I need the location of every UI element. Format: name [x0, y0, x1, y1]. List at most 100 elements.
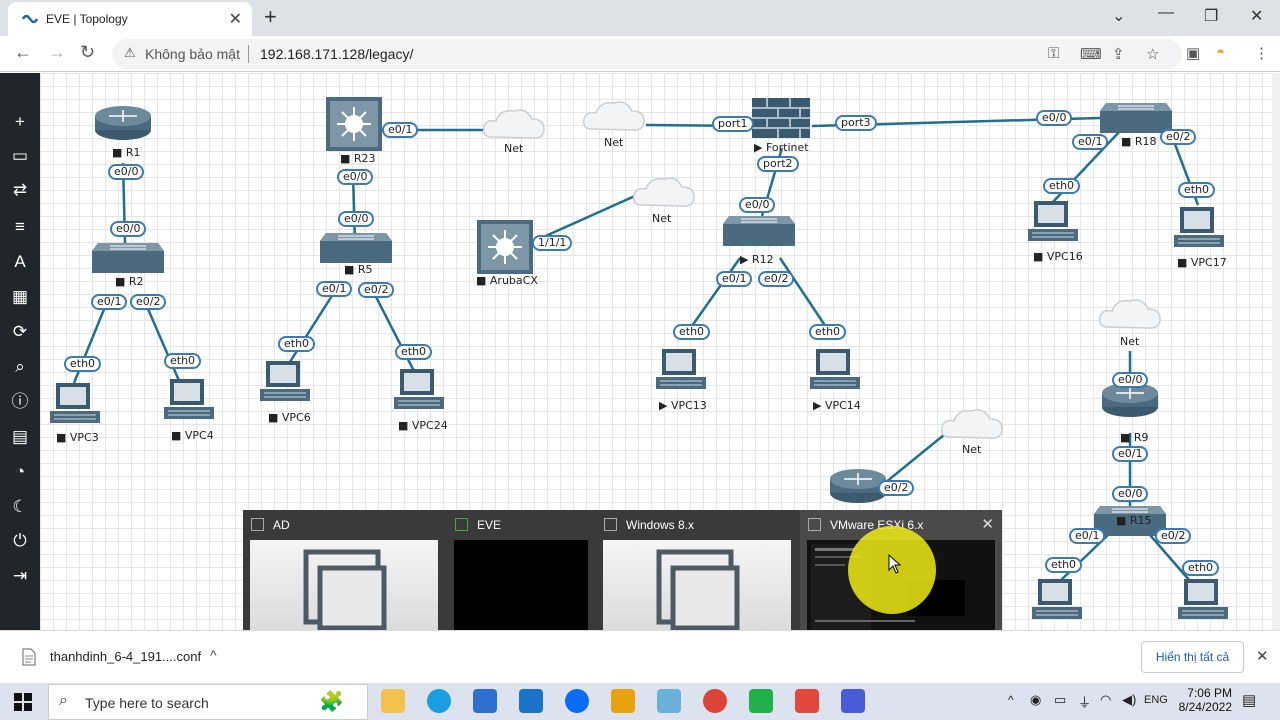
port-label[interactable]: e0/1 — [716, 271, 753, 287]
port-label[interactable]: port1 — [712, 116, 754, 132]
key-icon[interactable]: ⚿ — [1048, 45, 1059, 62]
node-r12[interactable]: ▶ R12 — [740, 253, 774, 266]
port-label[interactable]: eth0 — [395, 344, 433, 360]
canvas-scrollbar[interactable] — [1272, 73, 1280, 630]
port-label[interactable]: e0/2 — [130, 294, 167, 310]
tab-search-icon[interactable]: ⌄ — [1112, 6, 1125, 26]
node-r2[interactable]: ■ R2 — [115, 275, 144, 288]
power-icon[interactable]: ⏻ — [9, 530, 31, 552]
sidepanel-icon[interactable]: ▣ — [1186, 44, 1200, 62]
taskbar-search[interactable]: ⌕ Type here to search 🧩 — [48, 684, 368, 720]
node-fortinet[interactable]: ▶ Fortinet — [754, 141, 809, 154]
warning-icon[interactable]: ⚠ — [124, 45, 136, 61]
console-thumbnail[interactable] — [603, 540, 791, 640]
port-label[interactable]: eth0 — [1182, 560, 1220, 576]
node-net-2[interactable]: Net — [604, 136, 623, 149]
zalo-icon[interactable] — [565, 689, 589, 713]
port-label[interactable]: e0/2 — [358, 282, 395, 298]
node-r1[interactable]: ■ R1 — [112, 146, 141, 159]
extension-icon[interactable]: ◓ — [1216, 44, 1225, 61]
node-vpc14[interactable]: ▶ VPC14 — [813, 399, 861, 412]
port-label[interactable]: e0/1 — [1069, 528, 1106, 544]
language-indicator[interactable]: ENG — [1144, 694, 1168, 706]
bookmark-star-icon[interactable]: ☆ — [1146, 45, 1159, 63]
node-arubacx[interactable]: ■ ArubaCX — [476, 274, 538, 287]
port-label[interactable]: e0/0 — [337, 169, 374, 185]
tray-app-icon[interactable]: ◉ — [1030, 692, 1041, 708]
forward-icon[interactable]: → — [48, 42, 66, 63]
node-vpc13[interactable]: ▶ VPC13 — [659, 399, 707, 412]
grid-icon[interactable]: ▦ — [9, 286, 31, 308]
port-label[interactable]: e0/0 — [1112, 372, 1149, 388]
port-label[interactable]: eth0 — [1178, 182, 1216, 198]
windows-start-icon[interactable] — [14, 693, 32, 711]
startup-configs-icon[interactable]: ≡ — [9, 216, 31, 238]
vmware-icon[interactable] — [611, 689, 635, 713]
port-label[interactable]: eth0 — [809, 324, 847, 340]
console-thumbnail[interactable] — [250, 540, 438, 640]
tray-chevron-icon[interactable]: ^ — [1008, 693, 1014, 707]
camtasia-icon[interactable] — [749, 689, 773, 713]
port-label[interactable]: e0/2 — [878, 480, 915, 496]
port-label[interactable]: e0/1 — [316, 281, 353, 297]
mail-icon[interactable] — [519, 689, 543, 713]
node-r23[interactable]: ■ R23 — [340, 152, 376, 165]
port-label[interactable]: e0/0 — [108, 164, 145, 180]
switcher-close-icon[interactable]: ✕ — [981, 515, 994, 533]
node-vpc6[interactable]: ■ VPC6 — [268, 411, 311, 424]
node-vpc4[interactable]: ■ VPC4 — [171, 429, 214, 442]
reload-icon[interactable]: ↻ — [80, 42, 95, 63]
node-net-4[interactable]: Net — [1120, 335, 1139, 348]
minimize-icon[interactable]: — — [1158, 4, 1174, 22]
network-app-icon[interactable] — [841, 689, 865, 713]
show-all-button[interactable]: Hiển thị tất cả — [1141, 641, 1244, 673]
add-object-icon[interactable]: + — [9, 111, 31, 133]
recorder-icon[interactable] — [795, 689, 819, 713]
search-placeholder[interactable]: Type here to search — [85, 695, 209, 711]
text-icon[interactable]: A — [9, 251, 31, 273]
node-vpc17[interactable]: ■ VPC17 — [1177, 256, 1227, 269]
store-icon[interactable] — [473, 689, 497, 713]
port-label[interactable]: e0/1 — [1112, 446, 1149, 462]
taskbar-clock[interactable]: 7:06 PM 8/24/2022 — [1174, 686, 1232, 714]
port-label[interactable]: e0/1 — [91, 294, 128, 310]
node-r15[interactable]: ■ R15 — [1116, 514, 1152, 527]
networks-icon[interactable]: ⇄ — [9, 179, 31, 201]
port-label[interactable]: e0/1 — [382, 122, 419, 138]
browser-tab[interactable]: EVE | Topology ✕ — [8, 2, 252, 36]
notes-icon[interactable] — [657, 689, 681, 713]
chevron-up-icon[interactable]: ^ — [210, 647, 217, 663]
port-label[interactable]: eth0 — [278, 336, 316, 352]
port-label[interactable]: e0/2 — [1155, 528, 1192, 544]
zoom-icon[interactable]: ⌕ — [9, 356, 31, 378]
port-label[interactable]: e0/0 — [338, 211, 375, 227]
nodes-icon[interactable]: ▭ — [9, 145, 31, 167]
node-vpc24[interactable]: ■ VPC24 — [398, 419, 448, 432]
console-thumbnail[interactable] — [454, 540, 588, 640]
port-label[interactable]: e0/2 — [758, 271, 795, 287]
node-vpc16[interactable]: ■ VPC16 — [1033, 250, 1083, 263]
port-label[interactable]: eth0 — [64, 356, 102, 372]
refresh-icon[interactable]: ⟳ — [9, 321, 31, 343]
menu-icon[interactable]: ⋮ — [1254, 44, 1269, 62]
window-close-icon[interactable]: ✕ — [1250, 6, 1263, 26]
node-r9[interactable]: ■ R9 — [1120, 431, 1149, 444]
port-label[interactable]: eth0 — [164, 353, 202, 369]
dark-mode-icon[interactable]: ☾ — [9, 496, 31, 518]
security-label[interactable]: Không bảo mật — [145, 46, 240, 62]
tab-close-icon[interactable]: ✕ — [229, 9, 242, 29]
chrome-icon[interactable] — [703, 689, 727, 713]
notification-icon[interactable]: ▤ — [1242, 691, 1256, 709]
port-label[interactable]: port3 — [835, 115, 877, 131]
port-label[interactable]: eth0 — [1045, 557, 1083, 573]
port-label[interactable]: eth0 — [1043, 178, 1081, 194]
node-r18[interactable]: ■ R18 — [1121, 135, 1157, 148]
wifi-icon[interactable]: ◠ — [1100, 692, 1111, 708]
node-net-1[interactable]: Net — [504, 142, 523, 155]
restore-icon[interactable]: ❐ — [1204, 6, 1218, 26]
port-label[interactable]: port2 — [757, 156, 799, 172]
port-label[interactable]: e0/0 — [1112, 486, 1149, 502]
power-plug-icon[interactable]: ⏚ — [1078, 692, 1091, 711]
port-label[interactable]: 1/1/1 — [532, 235, 573, 251]
node-r5[interactable]: ■ R5 — [344, 263, 373, 276]
